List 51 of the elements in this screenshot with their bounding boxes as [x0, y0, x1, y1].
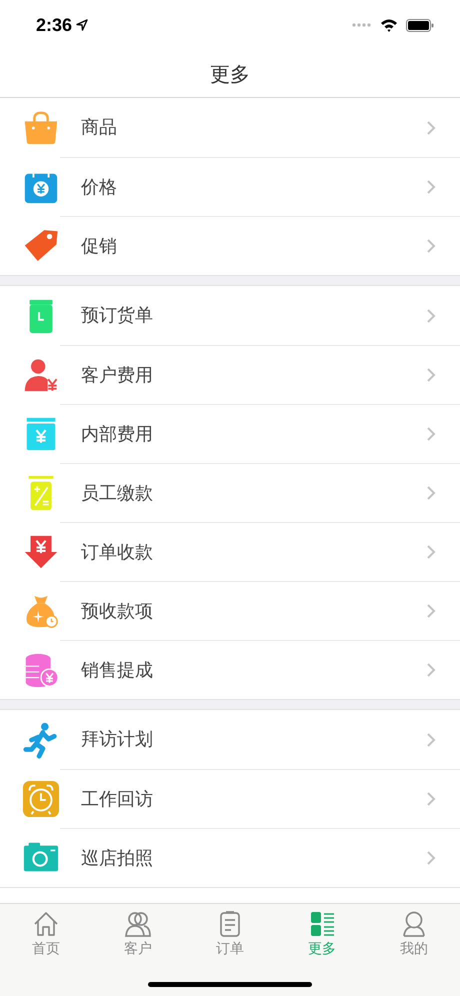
shopping-bag-icon [22, 108, 60, 146]
menu-item-label: 价格 [81, 176, 118, 200]
chevron-right-icon [426, 850, 436, 866]
signal-icon [352, 23, 372, 27]
chevron-right-icon [426, 308, 436, 324]
status-time: 2:36 [36, 14, 72, 36]
menu-item-label: 销售提成 [81, 658, 154, 682]
menu-item-label: 预收款项 [81, 600, 154, 624]
menu-item-label: 内部费用 [81, 422, 154, 446]
chevron-right-icon [426, 179, 436, 195]
menu-item[interactable]: 内部费用 [0, 404, 460, 463]
menu-item[interactable]: 拜访计划 [0, 710, 460, 769]
alarm-clock-icon [22, 780, 60, 818]
person-icon [400, 910, 428, 938]
menu-item[interactable]: 客户费用 [0, 345, 460, 404]
menu-item-label: 巡店拍照 [81, 846, 154, 870]
menu-item[interactable]: 工作回访 [0, 769, 460, 828]
menu-item-label: 促销 [81, 234, 118, 258]
grid-list-icon [308, 910, 336, 938]
menu-item-label: 订单收款 [81, 540, 154, 564]
chevron-right-icon [426, 603, 436, 619]
menu-item[interactable]: 员工缴款 [0, 463, 460, 522]
location-icon [76, 19, 88, 31]
wifi-icon [380, 18, 398, 32]
menu-item-label: 商品 [81, 116, 118, 140]
menu-item[interactable]: 订单收款 [0, 522, 460, 581]
chevron-right-icon [426, 120, 436, 136]
page-title: 更多 [210, 60, 250, 88]
menu-item[interactable]: 预订货单 [0, 286, 460, 345]
menu-item-label: 员工缴款 [81, 482, 154, 506]
chevron-right-icon [426, 367, 436, 383]
chevron-right-icon [426, 791, 436, 807]
menu-item-label: 拜访计划 [81, 728, 154, 752]
menu-item-label: 工作回访 [81, 788, 154, 812]
menu-item[interactable]: 价格 [0, 157, 460, 216]
menu-item[interactable]: 预收款项 [0, 581, 460, 640]
chevron-right-icon [426, 544, 436, 560]
menu-item[interactable]: 商品 [0, 98, 460, 157]
menu-item[interactable]: 促销 [0, 216, 460, 275]
battery-icon [406, 18, 434, 32]
chevron-right-icon [426, 662, 436, 678]
chevron-right-icon [426, 485, 436, 501]
home-icon [32, 910, 60, 938]
menu-item-label: 客户费用 [81, 364, 154, 388]
chevron-right-icon [426, 238, 436, 254]
menu-item[interactable]: 销售提成 [0, 640, 460, 699]
chevron-right-icon [426, 732, 436, 748]
menu-item-label: 预订货单 [81, 304, 154, 328]
menu-item[interactable]: 巡店拍照 [0, 828, 460, 887]
people-icon [124, 910, 152, 938]
chevron-right-icon [426, 426, 436, 442]
